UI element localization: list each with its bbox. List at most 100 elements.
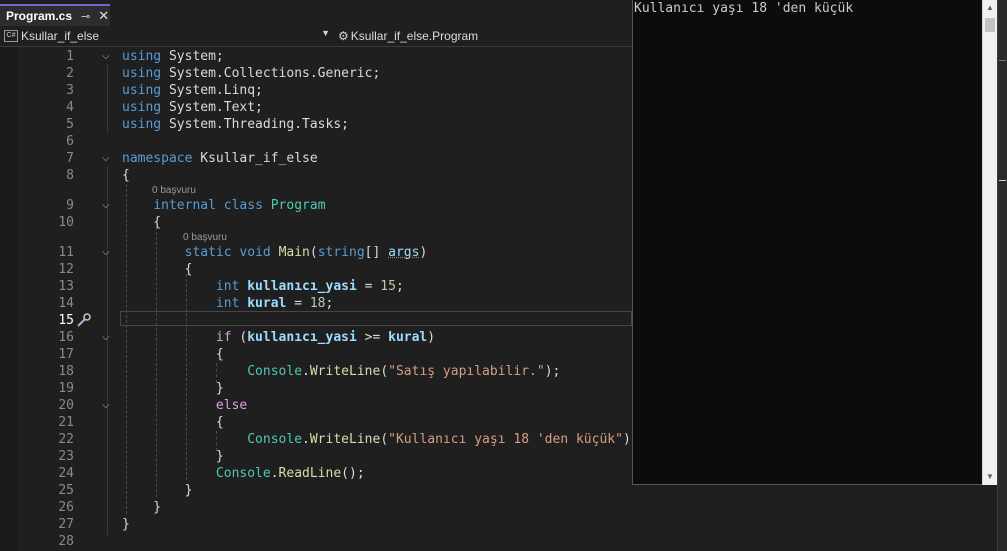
class-name: Console bbox=[247, 364, 303, 379]
code-line: 17 { bbox=[0, 346, 632, 363]
code-line: 24 Console.ReadLine(); bbox=[0, 465, 632, 482]
collapse-icon[interactable]: ⌵ bbox=[102, 150, 114, 167]
code-text: using System.Text; bbox=[122, 99, 263, 116]
number-literal: 15 bbox=[380, 279, 396, 294]
close-icon[interactable]: ✕ bbox=[98, 8, 109, 24]
code-text: { bbox=[122, 168, 130, 183]
line-number: 3 bbox=[66, 83, 74, 98]
code-line: 27 } bbox=[0, 516, 632, 533]
quick-actions-screwdriver-icon[interactable] bbox=[76, 312, 92, 328]
line-number: 1 bbox=[66, 49, 74, 64]
scroll-up-arrow-icon[interactable]: ▲ bbox=[983, 0, 997, 16]
line-number: 16 bbox=[58, 330, 74, 345]
codelens-references[interactable]: 0 başvuru bbox=[183, 232, 227, 243]
code-line: 20 ⌵ else bbox=[0, 397, 632, 414]
keyword: using bbox=[122, 66, 162, 81]
variable: kural bbox=[388, 330, 428, 345]
line-number: 21 bbox=[58, 415, 74, 430]
variable: kullanıcı_yasi bbox=[247, 330, 357, 345]
code-text: Console.WriteLine("Kullanıcı yaşı 18 'de… bbox=[247, 432, 632, 447]
collapse-icon[interactable]: ⌵ bbox=[102, 48, 114, 65]
code-line: 9 ⌵ internal class Program bbox=[0, 197, 632, 214]
code-editor[interactable]: 1 ⌵ using System; 2 using System.Collect… bbox=[0, 47, 632, 551]
operator: >= bbox=[364, 330, 381, 345]
code-text: else bbox=[122, 397, 247, 414]
line-number: 18 bbox=[58, 364, 74, 379]
code-line: 1 ⌵ using System; bbox=[0, 48, 632, 65]
code-line: 14 int kural = 18; bbox=[0, 295, 632, 312]
class-name: Program bbox=[270, 198, 326, 213]
code-line: 18 Console.WriteLine("Satış yapılabilir.… bbox=[0, 363, 632, 380]
line-number: 4 bbox=[66, 100, 74, 115]
code-text: } bbox=[122, 517, 130, 532]
code-text: } bbox=[122, 449, 224, 464]
collapse-icon[interactable]: ⌵ bbox=[102, 244, 114, 261]
code-text: Console.WriteLine("Satış yapılabilir."); bbox=[247, 364, 561, 379]
variable: kural bbox=[247, 296, 287, 311]
line-number: 15 bbox=[58, 313, 74, 328]
code-text: } bbox=[122, 500, 162, 515]
line-number: 12 bbox=[58, 262, 74, 277]
collapse-icon[interactable]: ⌵ bbox=[102, 397, 114, 414]
collapse-icon[interactable]: ⌵ bbox=[102, 197, 114, 214]
code-line: 28 bbox=[0, 533, 632, 550]
line-number: 28 bbox=[58, 534, 74, 549]
member-dropdown-label: Ksullar_if_else.Program bbox=[350, 29, 479, 43]
code-text: { bbox=[122, 262, 193, 277]
keyword: class bbox=[223, 198, 263, 213]
line-number: 14 bbox=[58, 296, 74, 311]
line-number: 27 bbox=[58, 517, 74, 532]
line-number: 25 bbox=[58, 483, 74, 498]
pin-icon[interactable]: ⊸ bbox=[81, 10, 90, 23]
scroll-down-arrow-icon[interactable]: ▼ bbox=[983, 469, 997, 485]
keyword: int bbox=[215, 279, 240, 294]
code-text: { bbox=[122, 415, 224, 430]
tab-program-cs[interactable]: Program.cs ⊸ ✕ bbox=[0, 4, 110, 26]
code-line: 22 Console.WriteLine("Kullanıcı yaşı 18 … bbox=[0, 431, 632, 448]
line-number: 11 bbox=[58, 245, 74, 260]
code-line: 21 { bbox=[0, 414, 632, 431]
line-number: 20 bbox=[58, 398, 74, 413]
code-line: 7 ⌵ namespace Ksullar_if_else bbox=[0, 150, 632, 167]
collapse-icon[interactable]: ⌵ bbox=[102, 329, 114, 346]
chevron-down-icon: ▼ bbox=[321, 28, 330, 38]
code-text: Console.ReadLine(); bbox=[215, 466, 365, 481]
code-text: if (kullanıcı_yasi >= kural) bbox=[215, 330, 436, 345]
console-output: Kullanıcı yaşı 18 'den küçük bbox=[634, 1, 854, 16]
code-text: namespace Ksullar_if_else bbox=[122, 150, 318, 167]
overview-margin[interactable] bbox=[997, 0, 1007, 551]
code-line: 23 } bbox=[0, 448, 632, 465]
code-line: 25 } bbox=[0, 482, 632, 499]
console-window[interactable]: Kullanıcı yaşı 18 'den küçük bbox=[632, 0, 982, 485]
code-text: { bbox=[122, 215, 162, 230]
line-number: 10 bbox=[58, 215, 74, 230]
keyword: internal bbox=[153, 198, 216, 213]
code-line: 26 } bbox=[0, 499, 632, 516]
console-scrollbar[interactable]: ▲ ▼ bbox=[982, 0, 997, 485]
namespace-ref: System.Collections.Generic; bbox=[168, 66, 381, 81]
code-line: 16 ⌵ if (kullanıcı_yasi >= kural) bbox=[0, 329, 632, 346]
namespace-ref: System.Text; bbox=[168, 100, 263, 115]
code-line: 19 } bbox=[0, 380, 632, 397]
codelens-references[interactable]: 0 başvuru bbox=[152, 185, 196, 196]
line-number: 9 bbox=[66, 198, 74, 213]
scrollbar-thumb[interactable] bbox=[985, 18, 995, 32]
line-number: 26 bbox=[58, 500, 74, 515]
code-text: using System.Threading.Tasks; bbox=[122, 116, 349, 133]
keyword: void bbox=[239, 245, 271, 260]
csharp-project-icon: C# bbox=[4, 30, 18, 42]
class-name: Console bbox=[247, 432, 303, 447]
code-line: 6 bbox=[0, 133, 632, 150]
project-dropdown[interactable]: C# Ksullar_if_else ▼ bbox=[4, 28, 332, 44]
line-number: 17 bbox=[58, 347, 74, 362]
line-number: 7 bbox=[66, 151, 74, 166]
line-number: 13 bbox=[58, 279, 74, 294]
line-number: 23 bbox=[58, 449, 74, 464]
control-keyword: else bbox=[215, 398, 248, 413]
method-name: Main bbox=[278, 245, 310, 260]
code-text: int kural = 18; bbox=[215, 296, 334, 311]
keyword: using bbox=[122, 100, 162, 115]
line-number: 24 bbox=[58, 466, 74, 481]
member-dropdown[interactable]: ⚙ Ksullar_if_else.Program bbox=[338, 28, 478, 44]
project-dropdown-label: Ksullar_if_else bbox=[21, 29, 100, 43]
